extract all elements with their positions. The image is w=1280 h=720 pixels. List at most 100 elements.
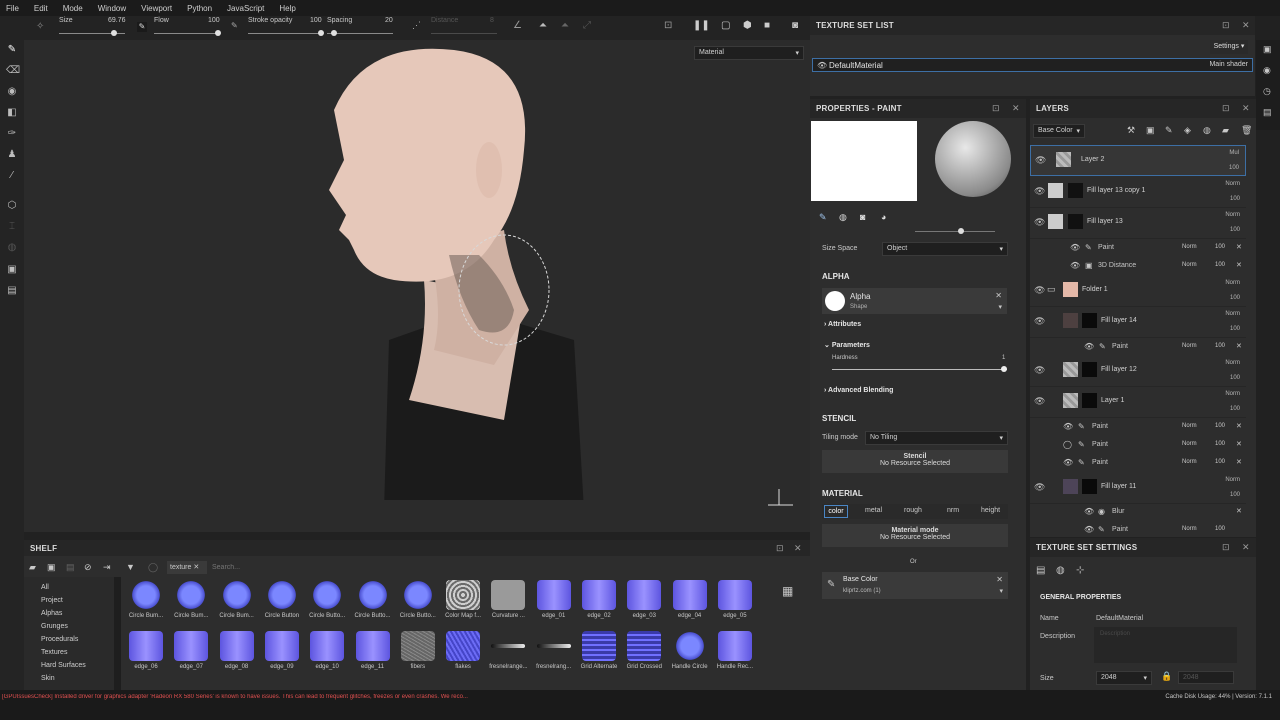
visibility-eye-icon[interactable]: 👁: [1035, 155, 1046, 166]
visibility-eye-icon[interactable]: 👁: [1063, 422, 1073, 431]
smudge-icon[interactable]: ✑: [6, 128, 18, 140]
blend-mode[interactable]: Norm: [1182, 262, 1197, 268]
history-icon[interactable]: ◷: [1263, 86, 1271, 97]
maximize-icon[interactable]: ⊡: [1222, 542, 1230, 553]
hardness-slider[interactable]: [832, 369, 1007, 370]
shelf-resource-item[interactable]: Color Map f...: [441, 580, 485, 619]
flow-slider-handle[interactable]: [215, 30, 221, 36]
material-tab-icon[interactable]: ◕: [881, 212, 886, 222]
layer-opacity[interactable]: 100: [1230, 326, 1240, 332]
shader-name[interactable]: Main shader: [1209, 61, 1248, 68]
visibility-eye-icon[interactable]: 👁: [1034, 285, 1045, 296]
display-settings-icon[interactable]: ◉: [1263, 65, 1271, 76]
shelf-resource-item[interactable]: edge_02: [577, 580, 621, 619]
lock-icon[interactable]: 🔒: [1161, 671, 1172, 682]
shelf-resource-item[interactable]: flakes: [441, 631, 485, 670]
category-skin[interactable]: Skin: [41, 675, 55, 682]
flow-value[interactable]: 100: [208, 17, 220, 24]
layer-opacity[interactable]: 100: [1230, 227, 1240, 233]
visibility-eye-icon[interactable]: 👁: [1084, 342, 1094, 351]
remove-effect-icon[interactable]: ✕: [1236, 261, 1242, 269]
layer-row[interactable]: 👁 Layer 1 Norm 100: [1030, 387, 1246, 418]
menu-python[interactable]: Python: [187, 4, 212, 13]
add-fill-layer-icon[interactable]: ◈: [1184, 125, 1191, 136]
settings-button[interactable]: Settings ▾: [1210, 40, 1248, 54]
alpha-tab-icon[interactable]: ◍: [839, 212, 847, 223]
brush-tab-icon[interactable]: ✎: [819, 212, 827, 223]
maximize-icon[interactable]: ⊡: [1222, 20, 1230, 31]
color-picker-icon[interactable]: ⁄: [6, 170, 18, 182]
close-icon[interactable]: ✕: [1242, 542, 1250, 553]
size-space-select[interactable]: Object ▾: [882, 242, 1008, 256]
flow-pen-icon[interactable]: ✎: [231, 21, 238, 30]
visibility-eye-icon[interactable]: 👁: [1063, 458, 1073, 467]
channel-metal-toggle[interactable]: metal: [865, 507, 882, 514]
render-icon[interactable]: ■: [764, 20, 770, 31]
close-icon[interactable]: ✕: [1012, 103, 1020, 114]
polygon-fill-icon[interactable]: ⬡: [6, 200, 18, 212]
remove-effect-icon[interactable]: ✕: [1236, 342, 1242, 350]
remove-effect-icon[interactable]: ✕: [1236, 507, 1242, 515]
hidden-eye-icon[interactable]: ◯: [1063, 440, 1072, 449]
shelf-resource-item[interactable]: edge_06: [124, 631, 168, 670]
tiling-mode-select[interactable]: No Tiling ▾: [865, 431, 1008, 445]
shelf-resource-item[interactable]: edge_09: [260, 631, 304, 670]
attributes-toggle[interactable]: › Attributes: [824, 321, 861, 328]
angle-icon[interactable]: ∠: [513, 20, 522, 31]
3d-viewport[interactable]: Material ▾: [24, 40, 810, 532]
bake-icon[interactable]: ◍: [6, 242, 18, 254]
uv-icon[interactable]: ⊹: [1076, 565, 1084, 576]
delete-layer-icon[interactable]: 🗑: [1241, 125, 1252, 136]
channel-color-toggle[interactable]: color: [824, 505, 848, 518]
preview-slider-handle[interactable]: [958, 228, 964, 234]
blend-mode[interactable]: Mul: [1229, 150, 1239, 156]
channel-height-toggle[interactable]: height: [981, 507, 1000, 514]
remove-effect-icon[interactable]: ✕: [1236, 243, 1242, 251]
pause-icon[interactable]: ❚❚: [693, 20, 710, 31]
shelf-resource-item[interactable]: Curvature ...: [486, 580, 530, 619]
bake-settings-icon[interactable]: ◍: [1056, 565, 1065, 576]
3d-view-icon[interactable]: ⬢: [743, 20, 752, 31]
shelf-resource-item[interactable]: fresnelrange...: [486, 631, 530, 670]
category-textures[interactable]: Textures: [41, 649, 67, 656]
category-procedurals[interactable]: Procedurals: [41, 636, 78, 643]
shelf-resource-item[interactable]: Circle Button: [260, 580, 304, 619]
folder-row[interactable]: 👁 ▭ Folder 1 Norm 100: [1030, 276, 1246, 307]
visibility-eye-icon[interactable]: 👁: [1034, 365, 1045, 376]
hardness-slider-handle[interactable]: [1001, 366, 1007, 372]
layer-opacity[interactable]: 100: [1230, 196, 1240, 202]
lazy-mouse-icon[interactable]: ⋰: [412, 20, 421, 31]
effect-opacity[interactable]: 100: [1215, 441, 1225, 447]
menu-window[interactable]: Window: [98, 4, 126, 13]
folder-icon[interactable]: ▭: [1047, 284, 1056, 295]
camera-lock-icon[interactable]: ⊡: [664, 20, 672, 31]
shelf-resource-item[interactable]: Handle Circle: [668, 631, 712, 670]
ruler-icon[interactable]: ⌶: [6, 221, 18, 233]
close-icon[interactable]: ✕: [1242, 20, 1250, 31]
mesh-maps-icon[interactable]: ▤: [1036, 565, 1045, 576]
blend-mode[interactable]: Norm: [1225, 391, 1240, 397]
add-generator-icon[interactable]: ◍: [1203, 125, 1211, 136]
shelf-resource-item[interactable]: Grid Alternate: [577, 631, 621, 670]
menu-javascript[interactable]: JavaScript: [227, 4, 264, 13]
effect-opacity[interactable]: 100: [1215, 423, 1225, 429]
eraser-icon[interactable]: ⌫: [6, 65, 20, 77]
shelf-resource-item[interactable]: edge_10: [305, 631, 349, 670]
remove-effect-icon[interactable]: ✕: [1236, 440, 1242, 448]
blend-mode[interactable]: Norm: [1225, 212, 1240, 218]
layer-row[interactable]: 👁 Fill layer 13 Norm 100: [1030, 208, 1246, 239]
mask-effect-row[interactable]: 👁 ◉ Blur ✕: [1030, 503, 1246, 521]
name-value[interactable]: DefaultMaterial: [1096, 615, 1143, 622]
shelf-resource-item[interactable]: edge_03: [622, 580, 666, 619]
flow-slider[interactable]: [154, 33, 220, 34]
size-select[interactable]: 2048 ▾: [1096, 671, 1152, 685]
shelf-resource-item[interactable]: Circle Butto...: [396, 580, 440, 619]
close-icon[interactable]: ✕: [1242, 103, 1250, 114]
visibility-eye-icon[interactable]: 👁: [1070, 261, 1080, 270]
category-scrollbar[interactable]: [114, 577, 121, 690]
layer-opacity[interactable]: 100: [1230, 295, 1240, 301]
add-paint-layer-icon[interactable]: ✎: [1165, 125, 1173, 136]
geometry-fill-icon[interactable]: ◧: [6, 107, 18, 119]
blend-mode[interactable]: Norm: [1182, 423, 1197, 429]
size-value[interactable]: 69.76: [108, 17, 126, 24]
